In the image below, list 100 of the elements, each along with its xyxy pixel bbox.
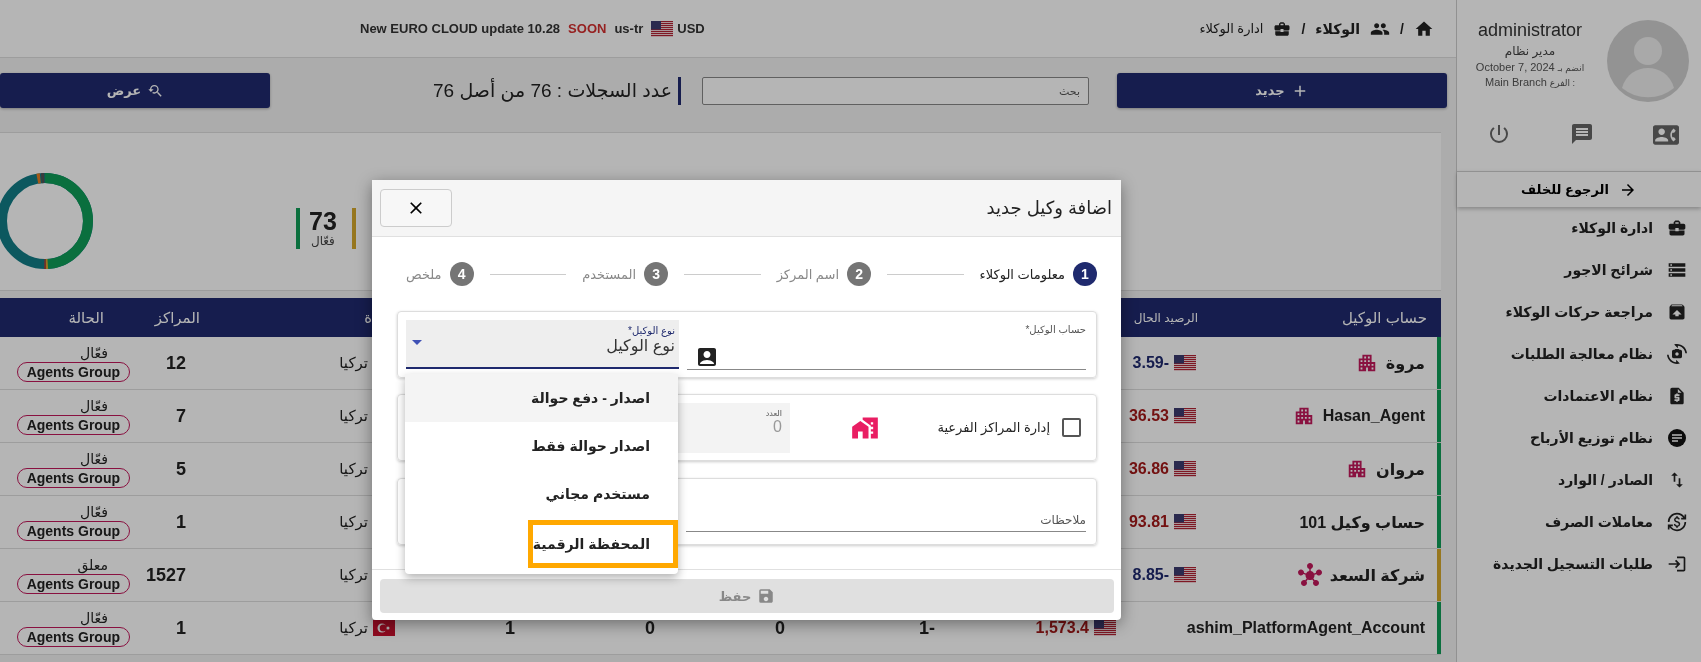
status-text: فعّال [80, 397, 108, 414]
upload-box-icon [1667, 302, 1687, 322]
account-name: مروة [1385, 353, 1425, 373]
dialog-title: اضافة وكيل جديد [986, 197, 1112, 219]
join-date: October 7, 2024 [1475, 61, 1555, 73]
checkbox-label: إدارة المراكز الفرعية [937, 420, 1050, 435]
briefcase-icon [1273, 19, 1292, 38]
flag-icon [1094, 620, 1116, 636]
account-name: ashim_PlatformAgent_Account [1186, 619, 1425, 637]
column-header: الحالة [67, 307, 105, 328]
menu-item[interactable]: نظام الاعتمادات [1457, 375, 1701, 417]
country-text: تركيا [339, 354, 368, 372]
account-field[interactable]: حساب الوكيل* [687, 319, 1086, 370]
flag-icon [1174, 514, 1196, 530]
branch-label: الفرع : [1549, 78, 1575, 88]
breadcrumb-link[interactable]: الوكلاء [1315, 20, 1361, 37]
close-button[interactable] [380, 189, 452, 227]
save-icon [757, 587, 776, 605]
record-count: عدد السجلات : 76 من أصل 76 [433, 77, 681, 105]
step-label: المستخدم [582, 266, 637, 282]
column-header: ة [363, 307, 373, 328]
status-text: فعّال [80, 503, 108, 520]
soon-label: SOON [568, 21, 607, 36]
country-text: تركيا [339, 407, 368, 425]
status-text: معلق [77, 556, 108, 573]
step-number[interactable]: 2 [847, 262, 872, 286]
menu-item[interactable]: نظام معالجة الطلبات [1457, 333, 1701, 375]
balance-text: 93.81 [1128, 513, 1169, 531]
balance-text: 8.85- [1132, 566, 1169, 584]
step-label: اسم المركز [776, 266, 840, 282]
step-number[interactable]: 3 [644, 262, 669, 286]
menu-item[interactable]: ادارة الوكلاء [1457, 207, 1701, 249]
column-header: المراكز [153, 307, 200, 329]
power-icon[interactable] [1487, 122, 1511, 146]
step-label: معلومات الوكلاء [979, 266, 1065, 282]
menu-item[interactable]: مراجعة حركات الوكلاء [1457, 291, 1701, 333]
balance-text: 36.86 [1128, 460, 1169, 478]
table-cell-text: 1- [918, 616, 936, 640]
country-text: تركيا [339, 566, 368, 584]
dropdown-option[interactable]: اصدار - دفع حوالة [405, 374, 678, 422]
status-text: فعّال [80, 609, 108, 626]
status-text: فعّال [80, 344, 108, 361]
dropdown-option-row[interactable]: المحفظة الرقمية [405, 518, 678, 570]
flag-icon [1174, 567, 1196, 583]
balance-text: 3.59- [1132, 354, 1169, 372]
account-name: حساب وكيل 101 [1299, 512, 1425, 532]
column-header: حساب الوكيل [1340, 307, 1428, 329]
login-icon [1667, 554, 1687, 574]
notes-field[interactable]: ملاحظات [686, 491, 1086, 532]
back-button[interactable]: الرجوع للخلف [1457, 171, 1701, 207]
flag-icon [1174, 408, 1196, 424]
table-cell-text: 1 [175, 510, 187, 534]
briefcase-icon [1667, 218, 1687, 238]
locale-label: us-tr [614, 21, 644, 36]
search-field[interactable]: بحث [702, 77, 1089, 105]
network-icon [1297, 563, 1322, 587]
flag-icon [1174, 461, 1196, 477]
table-cell-text: 1527 [144, 563, 187, 587]
view-button[interactable]: عرض [0, 73, 270, 108]
search-icon [147, 82, 164, 99]
menu-item[interactable]: طلبات التسجيل الجديدة [1457, 543, 1701, 585]
caret-icon [412, 340, 422, 345]
type-select[interactable]: نوع الوكيل* نوع الوكيل [406, 320, 679, 369]
announcement-text: New EURO CLOUD update 10.28 [360, 21, 561, 36]
list-icon [1667, 260, 1687, 280]
new-button[interactable]: جديد [1117, 73, 1447, 108]
menu-item[interactable]: الصادر / الوارد [1457, 459, 1701, 501]
step-label: ملخص [406, 266, 442, 282]
stat-value: 73 [309, 208, 337, 234]
menu-item[interactable]: شرائح الاجور [1457, 249, 1701, 291]
dollar-document-icon [1667, 386, 1687, 406]
checkbox[interactable] [1062, 418, 1081, 437]
currency-label: USD [677, 21, 705, 36]
camera-switch-icon [1667, 344, 1687, 364]
contact-card-icon[interactable] [1653, 122, 1679, 148]
country-text: تركيا [339, 460, 368, 478]
country-text: تركيا [339, 513, 368, 531]
currency-exchange-icon [1667, 512, 1687, 532]
branch-name: Main Branch [1485, 76, 1547, 88]
account-name: مروان [1376, 459, 1425, 479]
table-cell-text: 1 [504, 616, 516, 640]
table-cell-text: 1 [175, 616, 187, 640]
menu-item[interactable]: معاملات الصرف [1457, 501, 1701, 543]
flag-icon [651, 20, 674, 37]
account-name: شركة السعد [1329, 565, 1425, 585]
step-number[interactable]: 1 [1073, 262, 1097, 286]
user-name: administrator [1477, 20, 1582, 41]
highlighted-option[interactable]: المحفظة الرقمية [527, 520, 678, 568]
status-text: فعّال [80, 450, 108, 467]
dropdown-option[interactable]: مستخدم مجاني [405, 470, 678, 518]
menu-item[interactable]: نظام توزيع الأرباح [1457, 417, 1701, 459]
message-icon[interactable] [1570, 122, 1594, 146]
step-number[interactable]: 4 [449, 262, 474, 286]
avatar-icon [1607, 20, 1689, 102]
stat-label: فعّال [310, 234, 335, 248]
balance-text: 36.53 [1128, 407, 1169, 425]
notes-circle-icon [1667, 428, 1687, 448]
breadcrumb-separator: / [1301, 20, 1306, 37]
dropdown-option[interactable]: اصدار حوالة فقط [405, 422, 678, 470]
breadcrumb-separator: / [1400, 20, 1404, 37]
